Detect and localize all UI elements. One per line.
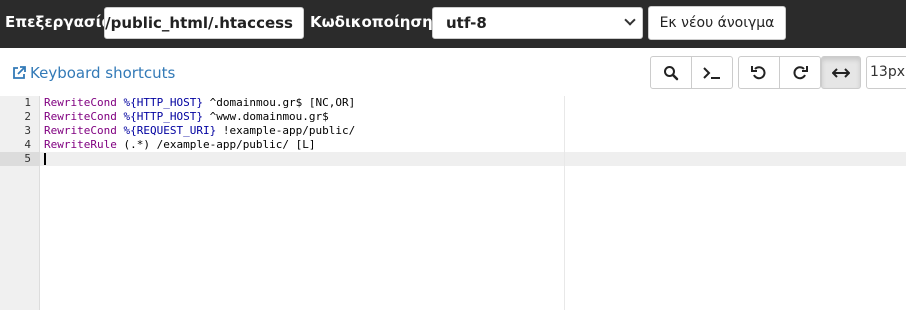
server-variable: %{HTTP_HOST} — [123, 96, 203, 109]
active-line-highlight — [40, 152, 906, 166]
directive: RewriteCond — [44, 96, 117, 109]
text-cursor — [44, 153, 46, 165]
command-button[interactable] — [691, 56, 733, 89]
undo-button[interactable] — [738, 56, 780, 89]
redo-button[interactable] — [779, 56, 821, 89]
encoding-label: Κωδικοποίηση: — [310, 13, 439, 31]
code-line: RewriteCond %{HTTP_HOST} ^www.domainmou.… — [44, 110, 329, 124]
terminal-icon — [703, 66, 720, 79]
line-number: 2 — [24, 110, 31, 123]
line-number: 3 — [24, 124, 31, 137]
line-rest: !example-app/public/ — [216, 124, 356, 137]
undo-icon — [751, 65, 766, 79]
code-editor[interactable]: 1 2 3 4 5 RewriteCond %{HTTP_HOST} ^doma… — [0, 96, 906, 310]
wrap-group — [821, 56, 861, 89]
server-variable: %{REQUEST_URI} — [123, 124, 217, 137]
line-rest: ^www.domainmou.gr$ — [202, 110, 329, 123]
code-line: RewriteCond %{REQUEST_URI} !example-app/… — [44, 124, 355, 138]
font-size-select[interactable]: 13px — [866, 56, 906, 89]
line-rest: (.*) /example-app/public/ [L] — [116, 138, 316, 151]
encoding-value: utf-8 — [446, 14, 487, 32]
line-number: 4 — [24, 138, 31, 151]
search-command-group — [650, 56, 733, 89]
encoding-select[interactable]: utf-8 — [432, 7, 643, 39]
wrap-toggle-button[interactable] — [821, 56, 861, 89]
search-button[interactable] — [650, 56, 692, 89]
directive: RewriteRule — [44, 138, 117, 151]
code-line: RewriteRule (.*) /example-app/public/ [L… — [44, 138, 316, 152]
edit-label: Επεξεργασία: — [5, 13, 118, 31]
directive: RewriteCond — [44, 124, 117, 137]
print-margin — [564, 96, 565, 310]
file-path-text: /home/domainmou/public_html/.htaccess — [105, 14, 293, 32]
wrap-icon — [832, 67, 850, 78]
keyboard-shortcuts-label: Keyboard shortcuts — [30, 64, 176, 82]
chevron-down-icon — [624, 14, 636, 26]
redo-icon — [793, 65, 808, 79]
undo-redo-group — [738, 56, 821, 89]
file-path-field[interactable]: /home/domainmou/public_html/.htaccess — [104, 7, 304, 39]
reopen-button[interactable]: Εκ νέου άνοιγμα — [648, 6, 786, 40]
line-number: 5 — [24, 152, 31, 165]
keyboard-shortcuts-link[interactable]: Keyboard shortcuts — [12, 64, 175, 82]
font-size-value: 13px — [870, 64, 905, 80]
line-rest: ^domainmou.gr$ [NC,OR] — [202, 96, 356, 109]
server-variable: %{HTTP_HOST} — [123, 110, 203, 123]
line-number: 1 — [24, 96, 31, 109]
code-line: RewriteCond %{HTTP_HOST} ^domainmou.gr$ … — [44, 96, 355, 110]
editor-header-bar: Επεξεργασία: /home/domainmou/public_html… — [0, 0, 906, 48]
external-link-icon — [13, 66, 26, 79]
search-icon — [664, 65, 679, 80]
directive: RewriteCond — [44, 110, 117, 123]
